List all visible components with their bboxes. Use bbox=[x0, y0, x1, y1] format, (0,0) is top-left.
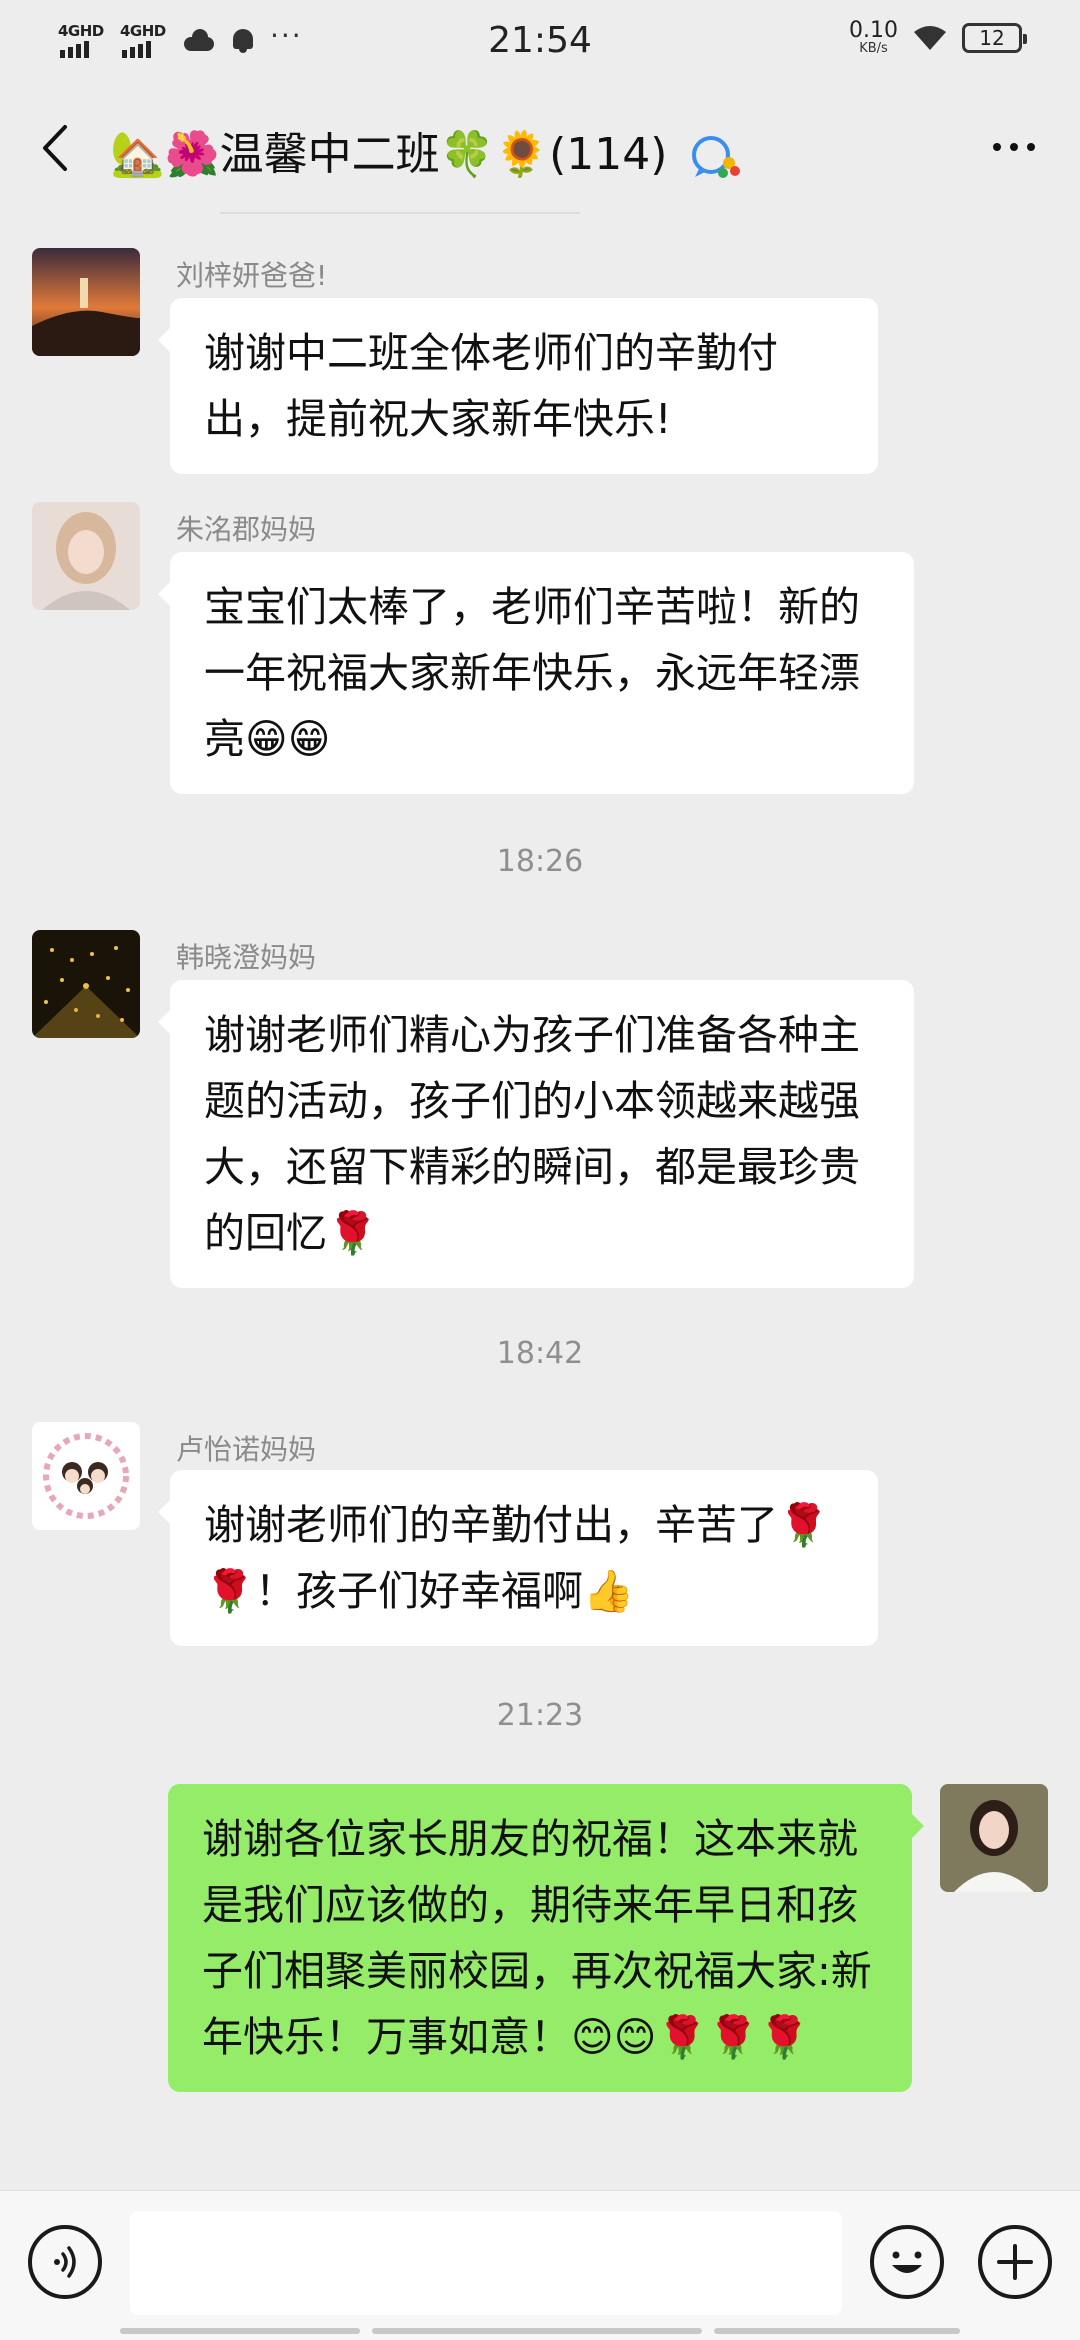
back-button[interactable] bbox=[30, 118, 78, 178]
speed-value: 0.10 bbox=[849, 18, 898, 43]
chevron-left-icon bbox=[43, 125, 67, 171]
timestamp: 21:23 bbox=[496, 1698, 584, 1733]
message-bubble[interactable]: 谢谢中二班全体老师们的辛勤付出，提前祝大家新年快乐! bbox=[158, 298, 878, 474]
avatar[interactable] bbox=[32, 930, 140, 1038]
message-bubble[interactable]: 宝宝们太棒了，老师们辛苦啦！新的一年祝福大家新年快乐，永远年轻漂亮😁😁 bbox=[158, 552, 914, 794]
wifi-icon bbox=[914, 25, 946, 50]
emoji-button[interactable] bbox=[870, 2225, 944, 2299]
sender-name: 卢怡诺妈妈 bbox=[176, 1433, 317, 1466]
battery-icon: 12 bbox=[962, 22, 1027, 53]
gesture-bar bbox=[372, 2328, 702, 2334]
my-avatar[interactable] bbox=[940, 1784, 1048, 1892]
family-cartoon-avatar bbox=[32, 1422, 140, 1530]
gesture-bar bbox=[120, 2328, 360, 2334]
plus-button[interactable] bbox=[978, 2225, 1052, 2299]
golden-lights-avatar bbox=[32, 930, 140, 1038]
my-message-bubble[interactable]: 谢谢各位家长朋友的祝福！这本来就是我们应该做的，期待来年早日和孩子们相聚美丽校园… bbox=[168, 1784, 924, 2092]
sender-name: 韩晓澄妈妈 bbox=[176, 941, 317, 974]
chat-header: 🏡🌺温馨中二班🍀🌻(114) bbox=[0, 84, 1080, 212]
avatar[interactable] bbox=[32, 502, 140, 610]
lighthouse-sunset-avatar bbox=[32, 248, 140, 356]
message-bubble[interactable]: 谢谢老师们的辛勤付出，辛苦了🌹🌹！孩子们好幸福啊👍 bbox=[158, 1470, 878, 1646]
message-bubble[interactable]: 谢谢老师们精心为孩子们准备各种主题的活动，孩子们的小本领越来越强大，还留下精彩的… bbox=[158, 980, 914, 1288]
divider bbox=[220, 212, 580, 214]
group-name: 🏡🌺温馨中二班🍀🌻(114) bbox=[110, 129, 668, 180]
woman-portrait-avatar bbox=[32, 502, 140, 610]
avatar[interactable] bbox=[32, 248, 140, 356]
emoji-icon bbox=[892, 2251, 922, 2273]
voice-button[interactable] bbox=[28, 2225, 102, 2299]
chat-title: 🏡🌺温馨中二班🍀🌻(114) bbox=[110, 118, 743, 182]
timestamp: 18:26 bbox=[496, 844, 584, 879]
speed-unit: KB/s bbox=[859, 41, 888, 56]
more-options-button[interactable] bbox=[984, 124, 1044, 170]
battery-level: 12 bbox=[979, 25, 1005, 50]
gesture-bar bbox=[714, 2328, 960, 2334]
plus-icon bbox=[997, 2244, 1033, 2280]
timestamp: 18:42 bbox=[496, 1336, 584, 1371]
input-bar bbox=[0, 2190, 1080, 2340]
group-chat-icon bbox=[692, 136, 741, 178]
message-input[interactable] bbox=[130, 2211, 842, 2315]
status-bar: 4GHD 4GHD ··· 21:54 0.10 KB/s 12 bbox=[0, 0, 1080, 84]
avatar[interactable] bbox=[32, 1422, 140, 1530]
network-speed: 0.10 KB/s bbox=[849, 18, 898, 56]
sender-name: 朱洺郡妈妈 bbox=[176, 513, 317, 546]
self-portrait-avatar bbox=[940, 1784, 1048, 1892]
more-dots-icon bbox=[993, 143, 1001, 151]
voice-icon bbox=[54, 2246, 76, 2278]
sender-name: 刘梓妍爸爸! bbox=[176, 259, 328, 292]
